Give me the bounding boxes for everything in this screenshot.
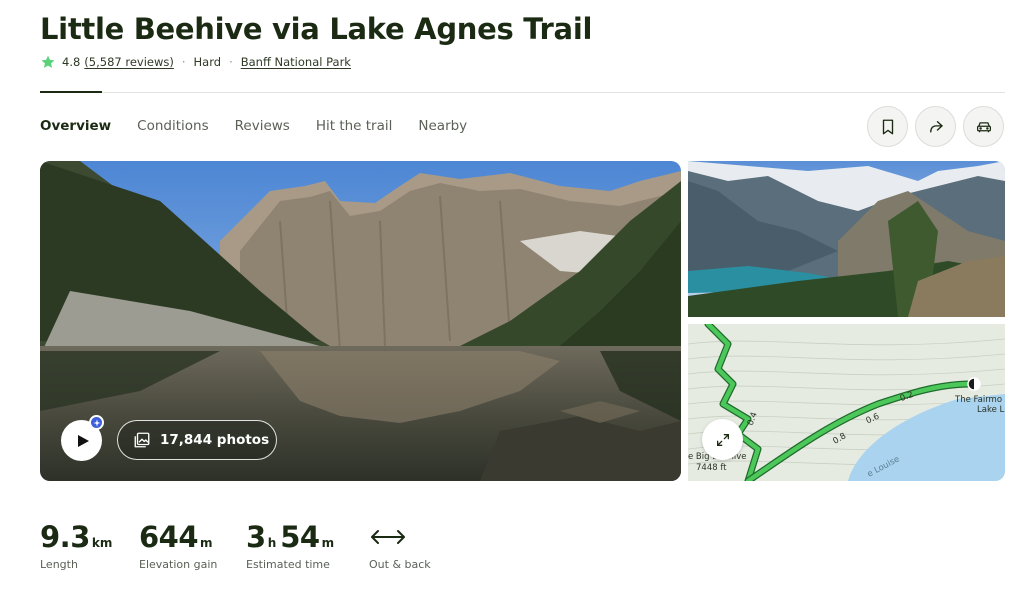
view-photos-button[interactable]: 17,844 photos xyxy=(117,420,277,460)
elevation-value: 644 xyxy=(139,520,199,554)
reviews-link[interactable]: (5,587 reviews) xyxy=(84,55,174,69)
save-button[interactable] xyxy=(867,106,908,147)
route-type-label: Out & back xyxy=(369,558,431,571)
time-label: Estimated time xyxy=(246,558,330,571)
stat-time: 3 h 54 m Estimated time xyxy=(246,520,338,571)
time-minutes: 54 xyxy=(280,520,320,554)
difficulty-label: Hard xyxy=(193,55,222,69)
share-icon xyxy=(929,120,943,133)
map-label-elevation: 7448 ft xyxy=(696,463,727,473)
trail-map-preview[interactable]: e Big Beehive 7448 ft The Fairmo Lake L … xyxy=(688,324,1005,481)
photos-count: 17,844 photos xyxy=(160,432,270,448)
time-minutes-unit: m xyxy=(321,536,335,550)
tab-overview[interactable]: Overview xyxy=(40,118,111,134)
tab-conditions[interactable]: Conditions xyxy=(137,118,208,134)
separator-dot: · xyxy=(229,55,233,69)
trail-meta: 4.8 (5,587 reviews) · Hard · Banff Natio… xyxy=(40,53,351,71)
car-icon xyxy=(976,121,991,132)
length-label: Length xyxy=(40,558,78,571)
elevation-unit: m xyxy=(200,536,213,550)
separator-dot: · xyxy=(181,55,186,69)
double-arrow-icon xyxy=(371,530,405,544)
stat-length: 9.3 km Length xyxy=(40,520,116,571)
tab-hit-the-trail[interactable]: Hit the trail xyxy=(316,118,393,134)
map-label-lake: Lake L xyxy=(977,405,1005,415)
bookmark-icon xyxy=(882,119,893,134)
time-hours-unit: h xyxy=(267,536,277,550)
hero-photo[interactable]: 17,844 photos xyxy=(40,161,681,481)
length-value: 9.3 xyxy=(40,520,90,554)
play-icon xyxy=(77,434,89,447)
secondary-photo[interactable] xyxy=(688,161,1005,317)
tab-nearby[interactable]: Nearby xyxy=(418,118,467,134)
length-unit: km xyxy=(91,536,113,550)
page-title: Little Beehive via Lake Agnes Trail xyxy=(40,12,593,46)
expand-map-button[interactable] xyxy=(702,419,743,460)
stat-route-type: Out & back xyxy=(369,520,431,571)
time-hours: 3 xyxy=(246,520,266,554)
tab-bar: Overview Conditions Reviews Hit the trai… xyxy=(40,118,493,134)
mountain-valley-photo xyxy=(688,161,1005,317)
active-indicator xyxy=(40,91,102,93)
star-icon xyxy=(41,55,55,68)
rating-value: 4.8 xyxy=(62,55,81,69)
elevation-label: Elevation gain xyxy=(139,558,218,571)
expand-icon xyxy=(716,433,729,446)
image-gallery-icon xyxy=(134,432,150,448)
tab-reviews[interactable]: Reviews xyxy=(235,118,290,134)
stat-elevation: 644 m Elevation gain xyxy=(139,520,217,571)
divider xyxy=(40,92,1005,93)
share-button[interactable] xyxy=(915,106,956,147)
sparkle-badge-icon xyxy=(89,415,104,430)
directions-button[interactable] xyxy=(963,106,1004,147)
park-link[interactable]: Banff National Park xyxy=(241,55,351,69)
map-label-hotel: The Fairmo xyxy=(955,395,1003,405)
